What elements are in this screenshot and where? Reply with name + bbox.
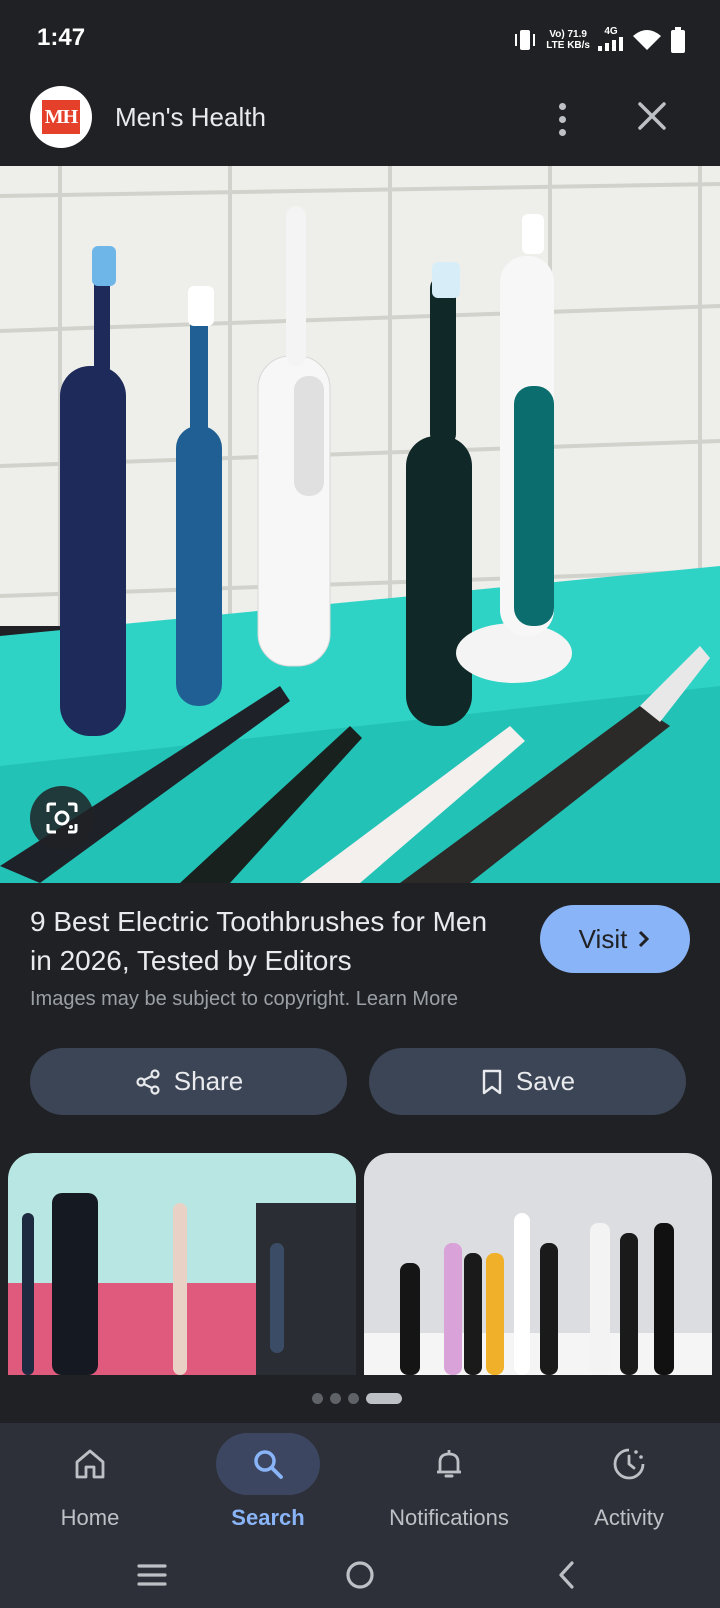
share-button[interactable]: Share [30, 1048, 347, 1115]
search-icon [254, 1450, 283, 1479]
nav-home[interactable]: Home [0, 1423, 180, 1543]
status-bar: 1:47 Vo) 71.9 LTE KB/s 4G [0, 0, 720, 80]
related-photo-1 [8, 1153, 356, 1375]
back-icon[interactable] [548, 1555, 588, 1595]
status-icons: Vo) 71.9 LTE KB/s 4G [512, 26, 686, 54]
page-dot [312, 1393, 323, 1404]
share-label: Share [173, 1066, 244, 1096]
lens-icon [46, 802, 78, 834]
status-time: 1:47 [37, 24, 86, 51]
source-name[interactable]: Men's Health [115, 102, 266, 133]
page-dot [330, 1393, 341, 1404]
activity-icon [613, 1448, 645, 1480]
source-logo-mark: MH [42, 100, 80, 134]
toothbrush-photo [0, 166, 720, 883]
home-icon [75, 1449, 105, 1479]
chevron-right-icon [639, 930, 650, 948]
wifi-icon [633, 30, 661, 50]
home-circle-icon[interactable] [340, 1555, 380, 1595]
more-vert-icon [558, 102, 566, 110]
bottom-navigation: Home Search Notifications Activity [0, 1423, 720, 1543]
nav-activity-label: Activity [594, 1505, 664, 1530]
source-logo[interactable]: MH [30, 86, 92, 148]
close-icon[interactable] [632, 96, 672, 136]
save-label: Save [515, 1066, 576, 1096]
nav-search-label: Search [231, 1505, 305, 1530]
bookmark-icon [482, 1069, 502, 1094]
related-image-1[interactable] [8, 1153, 356, 1375]
related-image-2[interactable] [364, 1153, 712, 1375]
google-lens-button[interactable] [30, 786, 94, 850]
nav-notifications-label: Notifications [389, 1505, 509, 1530]
signal-icon [598, 37, 623, 51]
page-dot-active [366, 1393, 402, 1404]
more-options-button[interactable] [546, 94, 578, 144]
related-photo-2 [364, 1153, 712, 1375]
page-indicator [312, 1393, 402, 1404]
nav-search[interactable]: Search [178, 1423, 358, 1543]
nav-home-label: Home [60, 1505, 120, 1530]
visit-label: Visit [578, 923, 628, 954]
share-icon [136, 1068, 160, 1095]
copyright-notice[interactable]: Images may be subject to copyright. Lear… [30, 988, 458, 1011]
result-title[interactable]: 9 Best Electric Toothbrushes for Men in … [30, 902, 500, 980]
recent-apps-icon[interactable] [132, 1555, 172, 1595]
nav-activity[interactable]: Activity [539, 1423, 719, 1543]
nav-notifications[interactable]: Notifications [359, 1423, 539, 1543]
visit-button[interactable]: Visit [540, 905, 690, 973]
main-result-image[interactable] [0, 166, 720, 883]
save-button[interactable]: Save [369, 1048, 686, 1115]
page-dot [348, 1393, 359, 1404]
system-navigation-bar [0, 1543, 720, 1608]
network-type: 4G [598, 26, 624, 54]
bell-icon [437, 1450, 461, 1478]
source-header: MH Men's Health [0, 80, 720, 166]
network-speed: Vo) 71.9 LTE KB/s [546, 29, 590, 51]
battery-icon [671, 27, 685, 53]
vibrate-icon [515, 30, 536, 50]
